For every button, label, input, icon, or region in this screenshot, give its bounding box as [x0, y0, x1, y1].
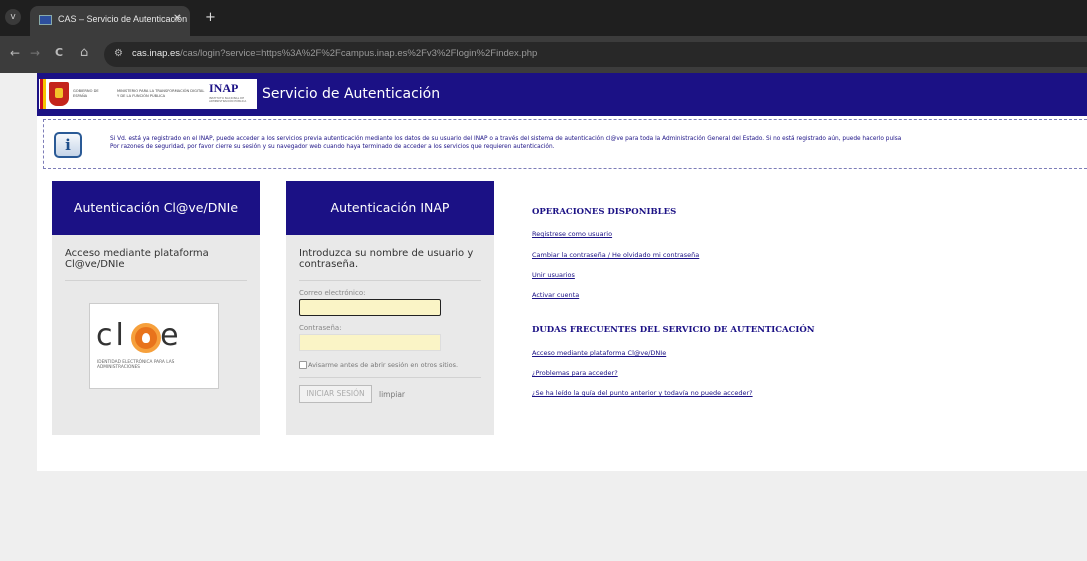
tab-search-icon[interactable]: v [5, 9, 21, 25]
email-field[interactable] [299, 299, 441, 316]
info-text: Si Vd. está ya registrado en el INAP, pu… [110, 135, 1087, 151]
faq-clave-link[interactable]: Acceso mediante plataforma Cl@ve/DNIe [532, 349, 666, 357]
address-toolbar: ← → C ⌂ ⚙ cas.inap.es/cas/login?service=… [0, 36, 1087, 73]
forward-icon[interactable]: → [30, 46, 40, 60]
login-button[interactable]: INICIAR SESIÓN [299, 385, 372, 403]
page-title: Servicio de Autenticación [262, 86, 441, 102]
back-icon[interactable]: ← [10, 46, 20, 60]
browser-tab-bar: v CAS – Servicio de Autenticación ✕ + [0, 0, 1087, 36]
clave-login-button[interactable]: cl ve IDENTIDAD ELECTRÓNICA PARA LAS ADM… [89, 303, 219, 389]
email-label: Correo electrónico: [299, 289, 366, 297]
favicon-icon [39, 15, 52, 25]
gov-logo[interactable]: GOBIERNO DE ESPAÑA MINISTERIO PARA LA TR… [39, 79, 257, 109]
divider [299, 377, 481, 378]
page-content: GOBIERNO DE ESPAÑA MINISTERIO PARA LA TR… [37, 73, 1087, 471]
inap-auth-panel: Autenticación INAP Introduzca su nombre … [286, 181, 494, 435]
merge-users-link[interactable]: Unir usuarios [532, 271, 575, 279]
clave-at-icon [131, 323, 161, 353]
clave-panel-title: Autenticación Cl@ve/DNIe [52, 181, 260, 235]
password-field[interactable] [299, 334, 441, 351]
divider [65, 280, 247, 281]
site-info-icon[interactable]: ⚙ [114, 48, 123, 59]
ministry-logo-text: MINISTERIO PARA LA TRANSFORMACIÓN DIGITA… [117, 89, 205, 98]
faq-title: DUDAS FRECUENTES DEL SERVICIO DE AUTENTI… [532, 325, 815, 335]
browser-tab[interactable]: CAS – Servicio de Autenticación ✕ [30, 6, 190, 36]
info-line-2: Por razones de seguridad, por favor cier… [110, 144, 555, 150]
warn-checkbox[interactable] [299, 361, 307, 369]
tab-title: CAS – Servicio de Autenticación [58, 14, 188, 24]
info-line-1: Si Vd. está ya registrado en el INAP, pu… [110, 136, 902, 142]
divider [299, 280, 481, 281]
url-bar[interactable]: ⚙ cas.inap.es/cas/login?service=https%3A… [104, 42, 1087, 67]
warn-label: Avisarme antes de abrir sesión en otros … [308, 361, 459, 369]
activate-account-link[interactable]: Activar cuenta [532, 291, 579, 299]
operations-title: OPERACIONES DISPONIBLES [532, 207, 677, 217]
info-notice: i Si Vd. está ya registrado en el INAP, … [43, 119, 1087, 169]
info-icon: i [54, 132, 82, 158]
gov-logo-text: GOBIERNO DE ESPAÑA [73, 89, 99, 98]
register-link[interactable]: Registrese como usuario [532, 230, 612, 238]
home-icon[interactable]: ⌂ [80, 46, 88, 60]
close-tab-icon[interactable]: ✕ [173, 13, 181, 24]
change-password-link[interactable]: Cambiar la contraseña / He olvidado mi c… [532, 251, 699, 259]
flag-yellow-stripe [43, 79, 46, 109]
new-tab-button[interactable]: + [205, 11, 216, 24]
faq-guide-link[interactable]: ¿Se ha leído la guía del punto anterior … [532, 389, 753, 397]
url-text: cas.inap.es/cas/login?service=https%3A%2… [132, 48, 538, 59]
login-intro: Introduzca su nombre de usuario y contra… [299, 248, 474, 270]
remember-option[interactable]: Avisarme antes de abrir sesión en otros … [299, 361, 458, 369]
inap-logo-subtitle: INSTITUTO NACIONAL DE ADMINISTRACIÓN PÚB… [209, 96, 247, 104]
site-header: GOBIERNO DE ESPAÑA MINISTERIO PARA LA TR… [37, 73, 1087, 116]
password-label: Contraseña: [299, 324, 342, 332]
clave-access-text: Acceso mediante plataforma Cl@ve/DNIe [65, 248, 209, 270]
faq-problems-link[interactable]: ¿Problemas para acceder? [532, 369, 618, 377]
clave-auth-panel: Autenticación Cl@ve/DNIe Acceso mediante… [52, 181, 260, 435]
clave-logo-subtitle: IDENTIDAD ELECTRÓNICA PARA LAS ADMINISTR… [97, 360, 175, 371]
coat-of-arms-icon [49, 82, 69, 106]
inap-logo: INAP [209, 81, 239, 95]
inap-panel-title: Autenticación INAP [286, 181, 494, 235]
reload-icon[interactable]: C [55, 46, 63, 60]
clear-button[interactable]: limpiar [379, 390, 405, 399]
